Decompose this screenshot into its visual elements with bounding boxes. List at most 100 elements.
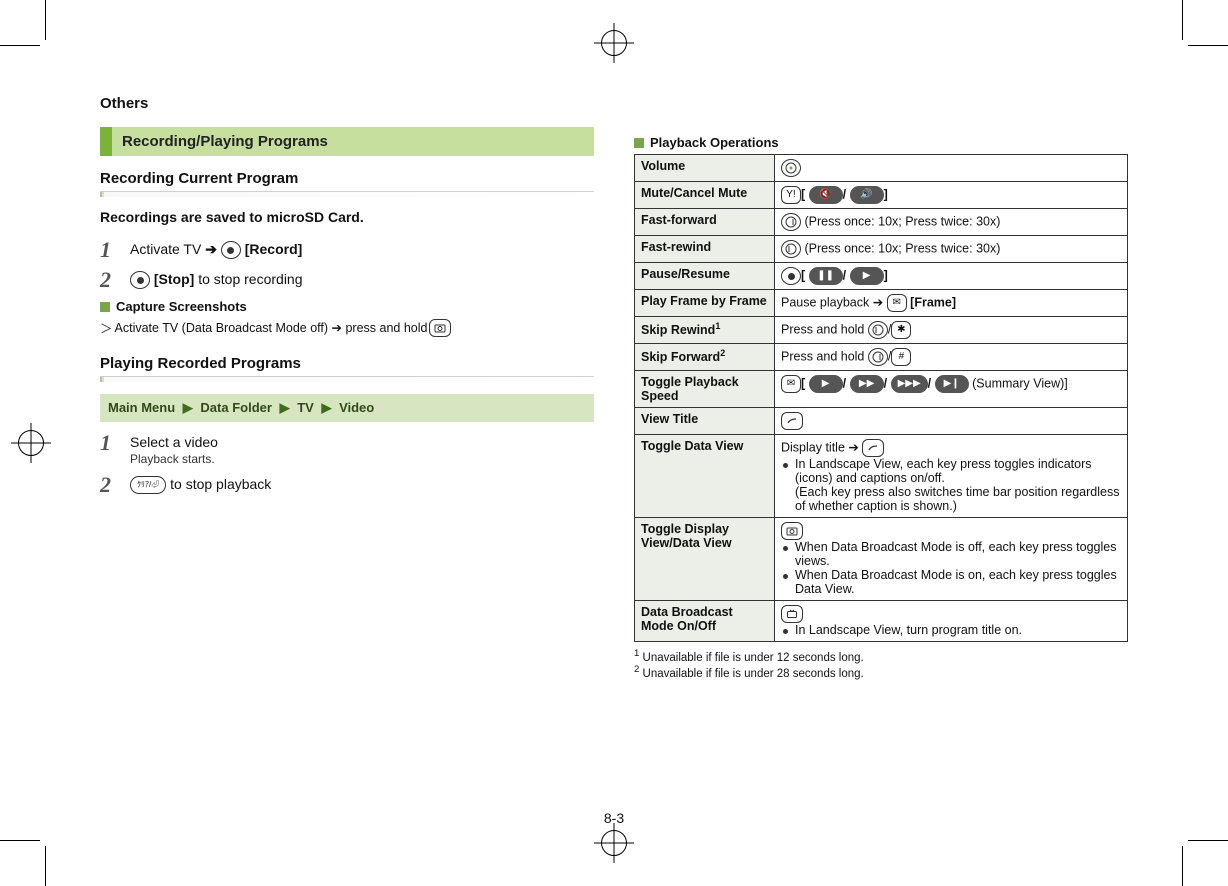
subheading-text: Playback Operations: [650, 135, 779, 150]
soft-key-icon: Y!: [781, 186, 801, 204]
op-value: Press and hold /#: [775, 344, 1128, 371]
bullet-item: In Landscape View, turn program title on…: [781, 623, 1121, 637]
step-number: 2: [100, 269, 116, 291]
bullet-item: When Data Broadcast Mode is off, each ke…: [781, 540, 1121, 568]
op-label: Data Broadcast Mode On/Off: [635, 601, 775, 642]
pause-icon: ❚❚: [809, 267, 843, 285]
step-body: Activate TV ➔ [Record]: [130, 239, 302, 259]
right-column: Playback Operations Volume Mute/Cancel M…: [634, 127, 1128, 680]
tv-key-icon: [781, 605, 803, 623]
page-number: 8-3: [0, 810, 1228, 826]
left-key-icon: [781, 240, 801, 258]
arrow-icon: ➔: [205, 241, 217, 257]
table-row: Play Frame by Frame Pause playback ➔ ✉ […: [635, 290, 1128, 317]
menu-path: Main Menu ▶ Data Folder ▶ TV ▶ Video: [100, 394, 594, 422]
table-row: Mute/Cancel Mute Y![ 🔇/ 🔊]: [635, 182, 1128, 209]
step-1a: 1 Activate TV ➔ [Record]: [100, 239, 594, 261]
subheading-capture: Capture Screenshots: [100, 299, 594, 314]
call-key-icon: [862, 439, 884, 457]
table-row: Fast-forward (Press once: 10x; Press twi…: [635, 209, 1128, 236]
op-text: (Press once: 10x; Press twice: 30x): [804, 214, 1000, 228]
step-body: ｸﾘｱ/⏎ to stop playback: [130, 474, 271, 494]
step-body: [Stop] to stop recording: [130, 269, 303, 289]
heading-underline: [100, 376, 594, 382]
op-value: When Data Broadcast Mode is off, each ke…: [775, 518, 1128, 601]
center-key-icon: [221, 241, 241, 259]
table-row: Toggle Display View/Data View When Data …: [635, 518, 1128, 601]
fast-icon: ▶▶: [850, 375, 884, 393]
op-label: Pause/Resume: [635, 263, 775, 290]
op-label: Fast-forward: [635, 209, 775, 236]
op-value: In Landscape View, turn program title on…: [775, 601, 1128, 642]
camera-key-icon: [781, 522, 803, 540]
table-row: Skip Forward2 Press and hold /#: [635, 344, 1128, 371]
op-text: Press and hold: [781, 322, 868, 336]
right-key-icon: [781, 213, 801, 231]
subheading-playback-ops: Playback Operations: [634, 135, 1128, 150]
nav-key-icon: [781, 159, 801, 177]
playback-operations-table: Volume Mute/Cancel Mute Y![ 🔇/ 🔊] Fast-f…: [634, 154, 1128, 642]
table-row: Toggle Playback Speed ✉[ ▶/ ▶▶/ ▶▶▶/ ▶❙ …: [635, 371, 1128, 408]
left-column: Recording/Playing Programs Recording Cur…: [100, 127, 594, 680]
table-row: Volume: [635, 155, 1128, 182]
center-key-icon: [130, 271, 150, 289]
op-value: [775, 408, 1128, 435]
page-header: Others: [100, 95, 1128, 112]
step-text: Select a video: [130, 434, 218, 450]
left-key-icon: [868, 321, 888, 339]
play-icon: ▶: [850, 267, 884, 285]
op-value: Display title ➔ In Landscape View, each …: [775, 435, 1128, 518]
op-label: Toggle Data View: [635, 435, 775, 518]
op-label: Toggle Playback Speed: [635, 371, 775, 408]
faster-icon: ▶▶▶: [891, 375, 928, 393]
step-action: [Stop]: [154, 271, 194, 287]
capture-text: Activate TV (Data Broadcast Mode off) ➔ …: [115, 320, 428, 335]
footnotes: 1 Unavailable if file is under 12 second…: [634, 648, 1128, 680]
subheading-text: Capture Screenshots: [116, 299, 247, 314]
heading-playing: Playing Recorded Programs: [100, 355, 594, 372]
op-label: Skip Forward2: [635, 344, 775, 371]
table-row: Toggle Data View Display title ➔ In Land…: [635, 435, 1128, 518]
camera-key-icon: [429, 319, 451, 337]
step-1b: 1 Select a video Playback starts.: [100, 432, 594, 466]
capture-line: ＞ Activate TV (Data Broadcast Mode off) …: [100, 318, 594, 337]
op-label: Mute/Cancel Mute: [635, 182, 775, 209]
op-label: Skip Rewind1: [635, 317, 775, 344]
chevron-icon: ▶: [317, 400, 335, 415]
menu-item: Main Menu: [108, 400, 175, 415]
step-text: to stop playback: [170, 476, 271, 492]
step-body: Select a video Playback starts.: [130, 432, 218, 466]
clear-key-icon: ｸﾘｱ/⏎: [130, 476, 166, 494]
sound-icon: 🔊: [850, 186, 884, 204]
step-text: Activate TV: [130, 241, 205, 257]
banner-accent: [100, 127, 112, 156]
chevron-icon: ▶: [179, 400, 197, 415]
step-action: [Record]: [245, 241, 303, 257]
op-label: Play Frame by Frame: [635, 290, 775, 317]
square-bullet-icon: [100, 302, 110, 312]
call-key-icon: [781, 412, 803, 430]
square-bullet-icon: [634, 138, 644, 148]
menu-item: Video: [339, 400, 374, 415]
op-value: Y![ 🔇/ 🔊]: [775, 182, 1128, 209]
op-value: [ ❚❚/ ▶]: [775, 263, 1128, 290]
table-row: Fast-rewind (Press once: 10x; Press twic…: [635, 236, 1128, 263]
step-number: 2: [100, 474, 116, 496]
right-key-icon: [868, 348, 888, 366]
center-key-icon: [781, 267, 801, 285]
heading-recording: Recording Current Program: [100, 170, 594, 187]
mail-key-icon: ✉: [781, 375, 801, 393]
mute-icon: 🔇: [809, 186, 843, 204]
op-text: Display title ➔: [781, 440, 862, 454]
step-number: 1: [100, 239, 116, 261]
chevron-icon: ＞: [100, 318, 113, 337]
op-value: Press and hold /✱: [775, 317, 1128, 344]
summary-icon: ▶❙: [935, 375, 969, 393]
op-value: (Press once: 10x; Press twice: 30x): [775, 209, 1128, 236]
hash-key-icon: #: [891, 348, 911, 366]
content-columns: Recording/Playing Programs Recording Cur…: [100, 127, 1128, 680]
section-banner: Recording/Playing Programs: [100, 127, 594, 156]
table-row: Skip Rewind1 Press and hold /✱: [635, 317, 1128, 344]
op-text: Pause playback ➔: [781, 295, 887, 309]
op-value: Pause playback ➔ ✉ [Frame]: [775, 290, 1128, 317]
